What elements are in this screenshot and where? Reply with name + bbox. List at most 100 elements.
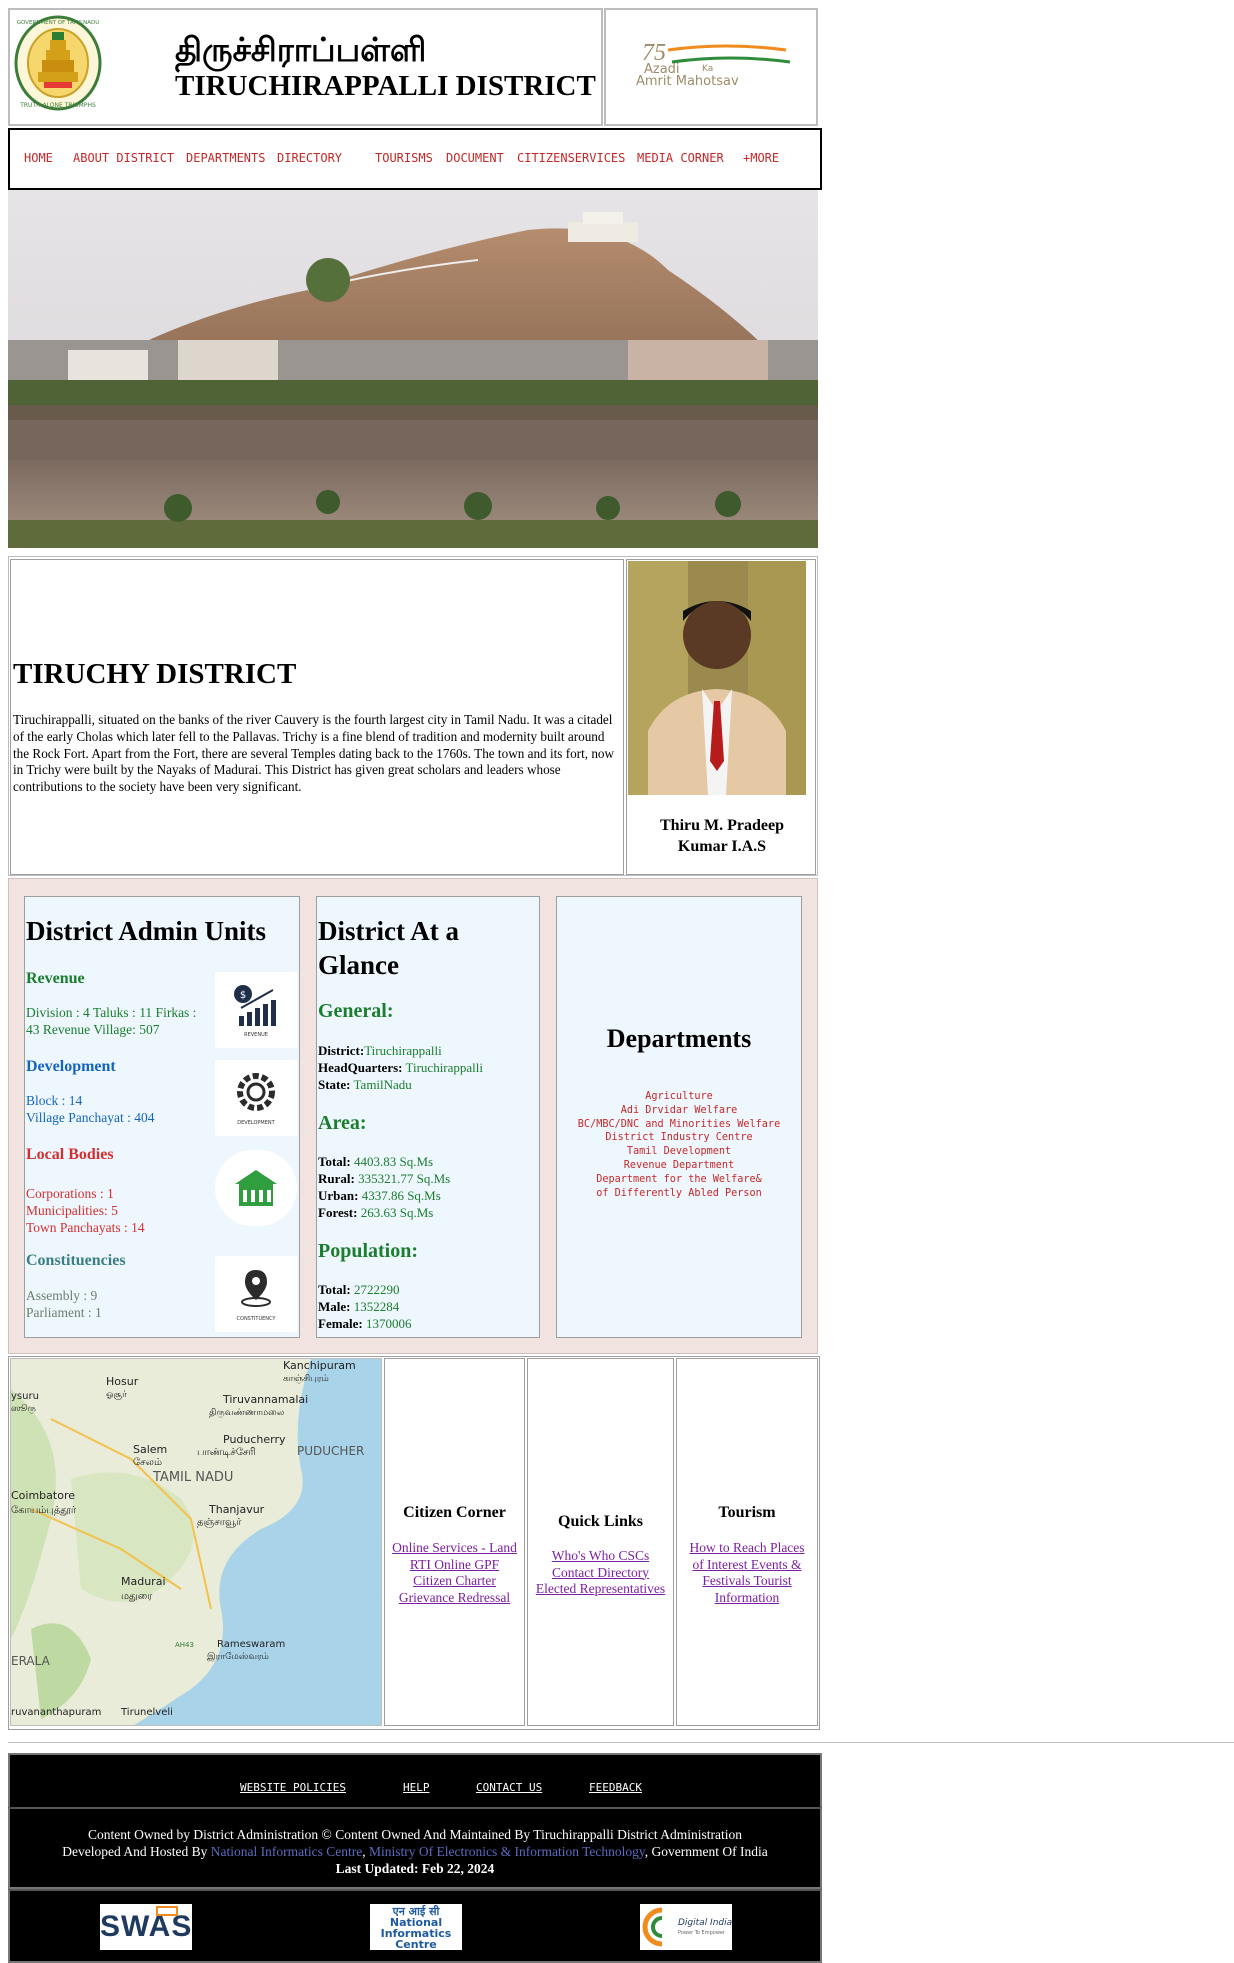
- citizen-corner-title: Citizen Corner: [403, 1504, 506, 1521]
- pop-male-label: Male:: [318, 1299, 351, 1314]
- quick-link[interactable]: Contact Directory: [527, 1565, 674, 1582]
- constituency-icon-caption: CONSTITUENCY: [236, 1316, 276, 1322]
- footer-contact-us[interactable]: CONTACT US: [476, 1781, 542, 1794]
- tourism-links: How to Reach Places of Interest Events &…: [676, 1540, 818, 1606]
- department-item[interactable]: Tamil Development: [556, 1145, 802, 1159]
- area-total-label: Total:: [318, 1154, 351, 1169]
- map-label-thanjavur: Thanjavur: [208, 1503, 265, 1516]
- footer-help[interactable]: HELP: [403, 1781, 430, 1794]
- digital-india-logo[interactable]: Digital India Power To Empower: [640, 1904, 732, 1950]
- area-forest-label: Forest:: [318, 1205, 358, 1220]
- admin-units-title: District Admin Units: [26, 916, 267, 946]
- swaas-logo-mark: [156, 1906, 178, 1916]
- map-label-thiruvananthapuram: ruvananthapuram: [11, 1707, 101, 1718]
- nav-about-district[interactable]: ABOUT DISTRICT: [73, 151, 174, 165]
- department-item[interactable]: District Industry Centre: [556, 1131, 802, 1145]
- azadi-line2: Amrit Mahotsav: [636, 74, 739, 89]
- state-field: State: TamilNadu: [318, 1077, 412, 1094]
- district-field: District:Tiruchirappalli: [318, 1043, 442, 1060]
- map-label-kanchipuram-ta: காஞ்சிபுரம்: [283, 1374, 329, 1384]
- nav-departments[interactable]: DEPARTMENTS: [186, 151, 265, 165]
- quick-link[interactable]: Elected Representatives: [527, 1581, 674, 1598]
- azadi-logo[interactable]: 75 Azadi Ka Amrit Mahotsav: [636, 40, 808, 94]
- department-item[interactable]: Department for the Welfare&: [556, 1173, 802, 1187]
- collector-name-line2: Kumar I.A.S: [677, 838, 767, 855]
- map-label-hosur: Hosur: [106, 1375, 139, 1388]
- hq-field: HeadQuarters: Tiruchirappalli: [318, 1060, 483, 1077]
- map-label-puducherry-state: PUDUCHER: [297, 1444, 364, 1458]
- area-urban-value: 4337.86 Sq.Ms: [358, 1188, 441, 1203]
- area-heading: Area:: [318, 1112, 367, 1134]
- tourism-link[interactable]: of Interest Events &: [676, 1557, 818, 1574]
- map-label-salem: Salem: [133, 1443, 167, 1456]
- nic-logo[interactable]: एन आई सी National Informatics Centre: [370, 1904, 462, 1950]
- departments-list: Agriculture Adi Drvidar Welfare BC/MBC/D…: [556, 1090, 802, 1200]
- nav-media-corner[interactable]: MEDIA CORNER: [637, 151, 724, 165]
- nav-home[interactable]: HOME: [24, 151, 53, 165]
- pop-total-value: 2722290: [350, 1282, 400, 1297]
- department-item[interactable]: of Differently Abled Person: [556, 1187, 802, 1201]
- citizen-link[interactable]: Grievance Redressal: [384, 1590, 525, 1607]
- tourism-link[interactable]: Festivals Tourist: [676, 1573, 818, 1590]
- map-label-coimbatore-ta: கோயம்புத்தூர்: [11, 1505, 77, 1516]
- map-label-ah43: AH43: [175, 1641, 194, 1649]
- footer-line1: Content Owned by District Administration…: [87, 1827, 743, 1842]
- revenue-icon-caption: REVENUE: [244, 1032, 268, 1038]
- nav-citizenservices[interactable]: CITIZENSERVICES: [517, 151, 625, 165]
- tn-emblem-icon[interactable]: TRUTH ALONE TRIUMPHS GOVERNMENT OF TAMIL…: [14, 14, 102, 112]
- department-item[interactable]: Adi Drvidar Welfare: [556, 1104, 802, 1118]
- azadi-ka: Ka: [702, 64, 714, 74]
- department-item[interactable]: BC/MBC/DNC and Minorities Welfare: [556, 1118, 802, 1132]
- area-forest-field: Forest: 263.63 Sq.Ms: [318, 1205, 433, 1222]
- collector-name-line1: Thiru M. Pradeep: [660, 817, 784, 834]
- area-total-value: 4403.83 Sq.Ms: [350, 1154, 434, 1169]
- quick-links-box: [527, 1358, 674, 1726]
- district-map[interactable]: Kanchipuram காஞ்சிபுரம் Hosur ஓசூர் Tiru…: [10, 1358, 382, 1726]
- area-urban-label: Urban:: [318, 1188, 359, 1203]
- citizen-link[interactable]: Online Services - Land: [384, 1540, 525, 1557]
- area-urban-field: Urban: 4337.86 Sq.Ms: [318, 1188, 441, 1205]
- map-label-madurai-ta: மதுரை: [121, 1591, 153, 1602]
- about-title: TIRUCHY DISTRICT: [13, 658, 297, 690]
- quick-links-list: Who's Who CSCs Contact Directory Elected…: [527, 1548, 674, 1598]
- map-label-tirunelveli: Tirunelveli: [120, 1707, 173, 1718]
- svg-text:$: $: [240, 990, 246, 1001]
- const-line2: Parliament : 1: [26, 1305, 102, 1320]
- constituency-icon: CONSTITUENCY: [215, 1256, 297, 1332]
- revenue-line2: 43 Revenue Village: 507: [26, 1022, 160, 1037]
- footer-feedback[interactable]: FEEDBACK: [589, 1781, 642, 1794]
- citizen-link[interactable]: Citizen Charter: [384, 1573, 525, 1590]
- nic-logo-text: National Informatics Centre: [372, 1917, 460, 1950]
- map-label-hosur-ta: ஓசூர்: [106, 1390, 127, 1400]
- department-item[interactable]: Agriculture: [556, 1090, 802, 1104]
- about-description: Tiruchirappalli, situated on the banks o…: [13, 712, 615, 795]
- digital-india-subtext: Power To Empower: [678, 1930, 726, 1936]
- department-item[interactable]: Revenue Department: [556, 1159, 802, 1173]
- footer-nic-link[interactable]: National Informatics Centre: [211, 1844, 362, 1859]
- nav-tourisms[interactable]: TOURISMS: [375, 151, 433, 165]
- map-label-kanchipuram: Kanchipuram: [283, 1359, 356, 1372]
- quick-link[interactable]: Who's Who CSCs: [527, 1548, 674, 1565]
- map-label-mysuru: ysuru: [11, 1391, 39, 1402]
- site-title-tamil: திருச்சிராப்பள்ளி: [175, 30, 427, 69]
- tourism-link[interactable]: How to Reach Places: [676, 1540, 818, 1557]
- nav-directory[interactable]: DIRECTORY: [277, 151, 342, 165]
- local-bodies-heading: Local Bodies: [26, 1146, 114, 1163]
- glance-title-line2: Glance: [318, 950, 399, 980]
- citizen-link[interactable]: RTI Online GPF: [384, 1557, 525, 1574]
- tourism-link[interactable]: Information: [676, 1590, 818, 1607]
- footer-meity-link[interactable]: Ministry Of Electronics & Information Te…: [369, 1844, 645, 1859]
- constituencies-heading: Constituencies: [26, 1252, 126, 1269]
- district-label: District:: [318, 1043, 365, 1058]
- footer-links-bar: [8, 1753, 822, 1807]
- swaas-logo[interactable]: SWAS: [100, 1904, 192, 1950]
- nav-more[interactable]: +MORE: [743, 151, 779, 165]
- main-nav: HOME ABOUT DISTRICT DEPARTMENTS DIRECTOR…: [8, 128, 822, 190]
- map-label-mysuru-ta: ஸூரு: [11, 1404, 36, 1414]
- development-heading: Development: [26, 1058, 116, 1075]
- nav-document[interactable]: DOCUMENT: [446, 151, 504, 165]
- local-bodies-icon: [215, 1150, 297, 1226]
- collector-photo: [628, 561, 806, 795]
- pop-female-field: Female: 1370006: [318, 1316, 412, 1333]
- footer-website-policies[interactable]: WEBSITE POLICIES: [240, 1781, 346, 1794]
